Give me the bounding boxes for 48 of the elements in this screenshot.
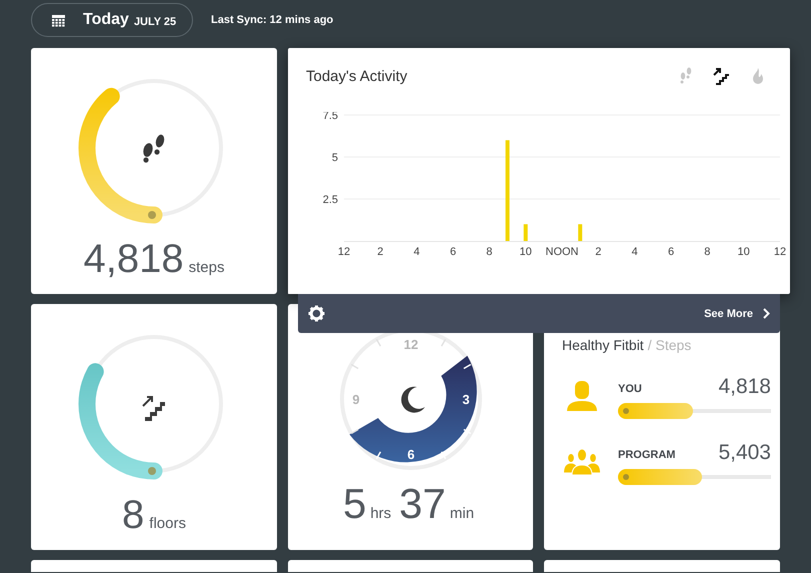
date-button[interactable]: Today JULY 25 [31, 3, 193, 37]
panel-title: Today's Activity [306, 68, 408, 84]
x-tick-label: 2 [595, 246, 602, 258]
chart-bar [578, 224, 582, 241]
x-tick-label: 12 [338, 246, 350, 258]
challenge-subtitle: / Steps [648, 337, 692, 353]
progress-marker [148, 211, 156, 219]
participant-label: YOU [618, 383, 642, 395]
step-count: 5,403 [718, 441, 771, 465]
clock-label: 3 [462, 392, 470, 407]
sync-status: Last Sync: 12 mins ago [211, 14, 334, 26]
chart-bar [524, 224, 528, 241]
x-tick-label: 2 [377, 246, 384, 258]
challenge-title: Healthy Fitbit [562, 337, 644, 353]
hours-unit: hrs [370, 505, 392, 522]
sleep-minutes: 37 [399, 480, 446, 528]
moon-icon [400, 386, 424, 413]
sleep-hours: 5 [342, 480, 366, 528]
floors-count: 8 [122, 493, 144, 538]
step-count: 4,818 [718, 375, 771, 399]
x-tick-label: NOON [546, 246, 578, 258]
clock-label: 12 [403, 337, 418, 352]
settings-icon[interactable] [308, 305, 325, 322]
x-tick-label: 4 [414, 246, 420, 258]
y-tick-label: 2.5 [322, 194, 338, 206]
y-tick-label: 5 [332, 152, 338, 164]
footprints-icon [143, 134, 164, 163]
see-more-link[interactable]: See More [704, 308, 770, 320]
x-tick-label: 10 [738, 246, 750, 258]
floors-unit: floors [149, 515, 186, 532]
participant-label: PROGRAM [618, 449, 676, 461]
x-tick-label: 6 [450, 246, 456, 258]
clock-label: 9 [352, 392, 360, 407]
steps-count: 4,818 [84, 237, 184, 282]
x-tick-label: 4 [632, 246, 638, 258]
x-tick-label: 8 [704, 246, 710, 258]
progress-marker [148, 467, 156, 475]
steps-unit: steps [188, 259, 224, 276]
minutes-unit: min [450, 505, 474, 522]
chevron-icon [763, 308, 770, 319]
stairs-tab[interactable] [712, 66, 732, 86]
x-tick-label: 10 [520, 246, 532, 258]
calendar-icon [52, 14, 65, 26]
stairs-icon [142, 396, 165, 421]
clock-label: 6 [406, 447, 414, 462]
x-tick-label: 6 [668, 246, 674, 258]
x-tick-label: 8 [486, 246, 492, 258]
x-tick-label: 12 [774, 246, 786, 258]
